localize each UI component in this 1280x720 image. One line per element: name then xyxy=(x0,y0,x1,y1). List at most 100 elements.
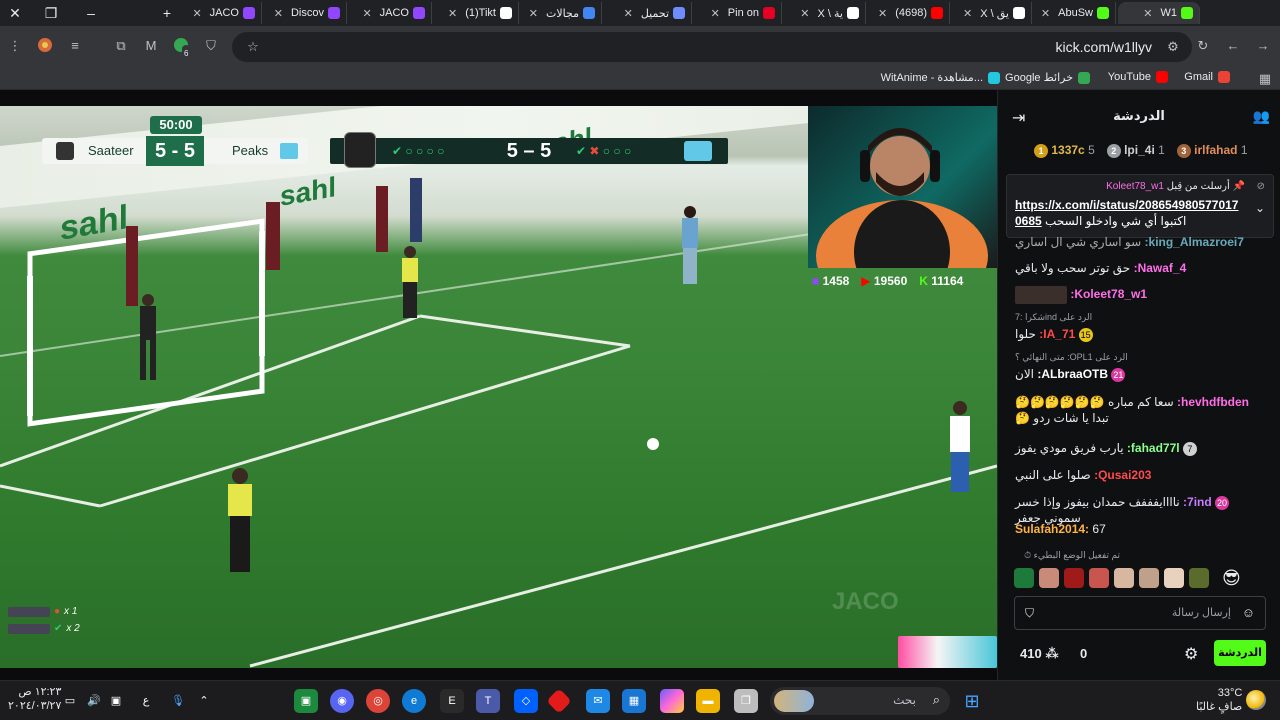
close-tab-icon[interactable]: ✕ xyxy=(192,7,201,20)
taskbar-search[interactable]: بحث ⌕ xyxy=(770,687,950,715)
browser-tab[interactable]: ✕ W1 xyxy=(1118,2,1200,24)
tray-mic-icon[interactable]: 🎙 xyxy=(166,689,190,713)
tray-network-icon[interactable]: ▣ xyxy=(104,689,128,713)
file-explorer-icon[interactable]: ▬ xyxy=(696,689,720,713)
input-language[interactable]: ع xyxy=(134,689,158,713)
weather-widget[interactable]: 33°C صافٍ غالبًا xyxy=(1196,686,1242,714)
emote-icon[interactable] xyxy=(1164,568,1184,588)
tab-label: X \ يق xyxy=(980,7,1009,20)
tray-battery-icon[interactable]: ▭ xyxy=(58,689,82,713)
reload-icon[interactable]: ↻ xyxy=(1194,37,1212,55)
tray-volume-icon[interactable]: 🔊 xyxy=(82,689,106,713)
chat-input[interactable]: ⛉ إرسال رسالة ☺ xyxy=(1014,596,1266,630)
close-tab-icon[interactable]: ✕ xyxy=(448,7,457,20)
emote-icon[interactable] xyxy=(1139,568,1159,588)
bookmark-item[interactable]: Google خرائط xyxy=(1005,71,1090,84)
browser-tab[interactable]: ✕ (1)Tikt xyxy=(437,2,519,24)
close-tab-icon[interactable]: ✕ xyxy=(1143,7,1152,20)
emote-icon[interactable] xyxy=(1114,568,1134,588)
emote-icon[interactable] xyxy=(1089,568,1109,588)
close-tab-icon[interactable]: ✕ xyxy=(1041,7,1050,20)
emote-icon[interactable] xyxy=(1039,568,1059,588)
send-chat-button[interactable]: الدردشة xyxy=(1214,640,1266,666)
menu-kebab-icon[interactable]: ⋮ xyxy=(6,37,24,55)
browser-tab[interactable]: ✕ Discov xyxy=(265,2,347,24)
system-clock[interactable]: ١٢:٢٣ ص ٢٠٢٤/٠٣/٢٧ xyxy=(8,685,61,713)
chrome-icon[interactable]: ◎ xyxy=(366,689,390,713)
emote-icon[interactable] xyxy=(1189,568,1209,588)
chat-message: Sulafah2014: 67 xyxy=(1015,522,1106,536)
chat-settings-icon[interactable]: ⚙ xyxy=(1184,644,1198,664)
apps-grid-icon[interactable]: ▦ xyxy=(1256,70,1274,88)
close-tab-icon[interactable]: ✕ xyxy=(878,7,887,20)
copilot-icon[interactable] xyxy=(660,689,684,713)
discord-icon[interactable]: ◉ xyxy=(330,689,354,713)
browser-tab[interactable]: ✕ Pin on xyxy=(700,2,782,24)
red-app-icon[interactable] xyxy=(546,688,572,714)
emote-icon[interactable] xyxy=(1064,568,1084,588)
browser-tab[interactable]: ✕ X \ يق xyxy=(950,2,1032,24)
store-icon[interactable]: ▦ xyxy=(622,689,646,713)
emote-icon[interactable] xyxy=(1014,568,1034,588)
site-settings-icon[interactable]: ⚙ xyxy=(1164,38,1182,56)
overlay-row: ✔ x 2 xyxy=(8,623,80,634)
extension-m-icon[interactable]: M xyxy=(142,37,160,55)
pinned-link[interactable]: https://x.com/i/status/20865498057701706… xyxy=(1015,197,1241,229)
users-icon[interactable]: 👥 xyxy=(1253,108,1270,125)
edge-icon[interactable]: e xyxy=(402,689,426,713)
close-window-icon[interactable]: ✕ xyxy=(4,3,26,23)
new-tab-icon[interactable]: + xyxy=(156,3,178,23)
close-tab-icon[interactable]: ✕ xyxy=(362,7,371,20)
emoji-sunglasses-icon[interactable]: 😎 xyxy=(1222,568,1248,590)
browser-tab[interactable]: ✕ X \ ية xyxy=(784,2,866,24)
bookmark-item[interactable]: Gmail xyxy=(1184,71,1230,83)
shield-extension-icon[interactable]: ⛉ xyxy=(202,37,220,55)
taskbar-app-icon[interactable]: ▣ xyxy=(294,689,318,713)
expand-pin-icon[interactable]: ⌄ xyxy=(1255,201,1265,215)
bookmark-item[interactable]: YouTube xyxy=(1108,71,1168,83)
extensions-puzzle-icon[interactable]: ⧉ xyxy=(112,37,130,55)
epic-games-icon[interactable]: E xyxy=(440,689,464,713)
browser-tab[interactable]: ✕ JACO xyxy=(350,2,432,24)
back-icon[interactable]: → xyxy=(1254,37,1272,55)
forward-icon[interactable]: ← xyxy=(1224,37,1242,55)
browser-tab[interactable]: ✕ مجالات xyxy=(520,2,602,24)
media-control-icon[interactable]: ≡ xyxy=(66,37,84,55)
leader-1[interactable]: 1 1337c 5 xyxy=(1034,143,1095,158)
address-bar[interactable]: ☆ kick.com/w1llyv ⚙ xyxy=(232,32,1192,62)
extension-green-icon[interactable]: 6 xyxy=(172,37,191,63)
channel-points[interactable]: 410 ⁂ xyxy=(1020,646,1059,662)
browser-tab[interactable]: ✕ JACO xyxy=(180,2,262,24)
close-tab-icon[interactable]: ✕ xyxy=(711,7,720,20)
dropbox-icon[interactable]: ◇ xyxy=(514,689,538,713)
task-view-icon[interactable]: ❐ xyxy=(734,689,758,713)
close-tab-icon[interactable]: ✕ xyxy=(274,7,283,20)
close-tab-icon[interactable]: ✕ xyxy=(963,7,972,20)
close-tab-icon[interactable]: ✕ xyxy=(529,7,538,20)
minimize-window-icon[interactable]: – xyxy=(80,3,102,23)
emoji-picker-icon[interactable]: ☺ xyxy=(1242,605,1255,620)
leader-3[interactable]: 3 irlfahad 1 xyxy=(1176,143,1248,158)
match-score: 5 - 5 xyxy=(146,136,204,166)
video-player[interactable]: sahl sahl sahl 50:00 S xyxy=(0,106,997,668)
pinned-message[interactable]: 📌 أرسلت من قِبل Koleet78_w1 ⊘ https://x.… xyxy=(1006,174,1274,238)
close-tab-icon[interactable]: ✕ xyxy=(800,7,809,20)
hide-pin-icon[interactable]: ⊘ xyxy=(1257,181,1265,192)
restore-window-icon[interactable]: ❐ xyxy=(40,3,62,23)
emote-images xyxy=(1015,286,1067,304)
browser-tab[interactable]: ✕ (4698) xyxy=(868,2,950,24)
chat-input-shield-icon[interactable]: ⛉ xyxy=(1025,606,1034,621)
teams-icon[interactable]: T xyxy=(476,689,500,713)
close-tab-icon[interactable]: ✕ xyxy=(624,7,633,20)
tray-overflow-icon[interactable]: ⌃ xyxy=(192,689,216,713)
extension-ball-icon[interactable] xyxy=(36,37,54,55)
bookmark-favicon-icon xyxy=(1078,71,1090,84)
bookmark-star-icon[interactable]: ☆ xyxy=(244,38,262,56)
browser-tab[interactable]: ✕ AbuSw xyxy=(1034,2,1116,24)
windows-start-icon[interactable]: ⊞ xyxy=(960,689,984,713)
bookmark-item[interactable]: WitAnime - مشاهدة... xyxy=(881,71,1000,84)
mail-icon[interactable]: ✉ xyxy=(586,689,610,713)
leader-2[interactable]: 2 lpi_4i 1 xyxy=(1106,143,1165,158)
browser-tab[interactable]: ✕ تحميل xyxy=(610,2,692,24)
team-right: Peaks xyxy=(232,143,269,158)
